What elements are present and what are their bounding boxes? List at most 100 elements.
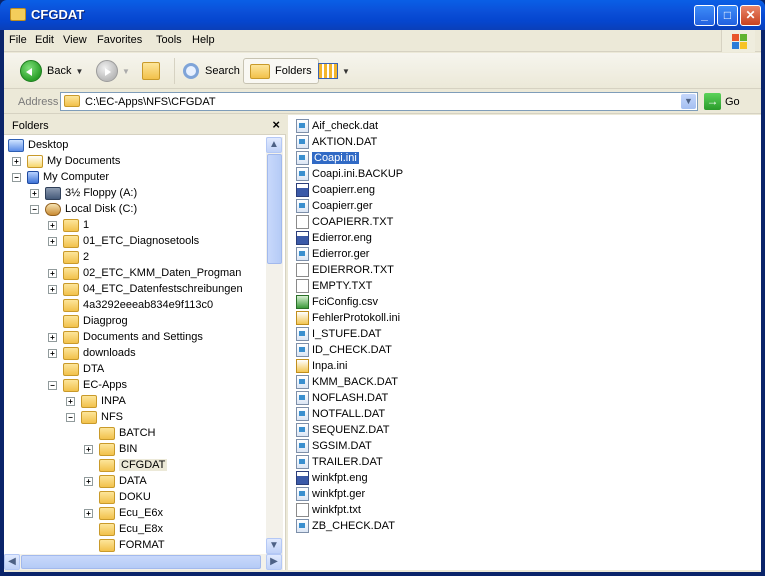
expand-icon[interactable]: + bbox=[48, 268, 57, 278]
close-button[interactable]: ✕ bbox=[740, 5, 761, 26]
file-item[interactable]: Coapi.ini bbox=[296, 150, 359, 166]
expand-icon[interactable]: + bbox=[84, 476, 93, 486]
close-folders-pane-button[interactable]: × bbox=[272, 117, 280, 132]
file-item[interactable]: SGSIM.DAT bbox=[296, 438, 372, 454]
menu-favorites[interactable]: Favorites bbox=[97, 34, 142, 46]
file-item[interactable]: winkfpt.txt bbox=[296, 502, 361, 518]
horizontal-scrollbar[interactable]: ◀ ▶ bbox=[4, 554, 283, 570]
file-item[interactable]: KMM_BACK.DAT bbox=[296, 374, 398, 390]
tree-item[interactable]: CFGDAT bbox=[84, 457, 168, 473]
scroll-left-button[interactable]: ◀ bbox=[4, 554, 20, 570]
tree-item[interactable]: Diagprog bbox=[48, 313, 128, 329]
file-item[interactable]: Aif_check.dat bbox=[296, 118, 378, 134]
expand-icon[interactable]: + bbox=[48, 284, 57, 294]
collapse-icon[interactable]: − bbox=[12, 172, 21, 182]
file-item[interactable]: SEQUENZ.DAT bbox=[296, 422, 389, 438]
expand-icon[interactable]: + bbox=[48, 220, 57, 230]
file-item[interactable]: EMPTY.TXT bbox=[296, 278, 372, 294]
menu-tools[interactable]: Tools bbox=[156, 34, 182, 46]
forward-button[interactable]: ▼ bbox=[96, 58, 130, 84]
scroll-up-button[interactable]: ▲ bbox=[266, 137, 282, 153]
tree-item[interactable]: +02_ETC_KMM_Daten_Progman bbox=[48, 265, 241, 281]
tree-item[interactable]: Desktop bbox=[8, 137, 68, 153]
tree-item[interactable]: +3½ Floppy (A:) bbox=[30, 185, 137, 201]
forward-dropdown-icon[interactable]: ▼ bbox=[122, 67, 130, 76]
expand-icon[interactable]: + bbox=[84, 508, 93, 518]
expand-icon[interactable]: + bbox=[12, 156, 21, 166]
file-item[interactable]: EDIERROR.TXT bbox=[296, 262, 394, 278]
views-dropdown-icon[interactable]: ▼ bbox=[342, 67, 350, 76]
expand-icon[interactable]: + bbox=[84, 444, 93, 454]
file-item[interactable]: NOTFALL.DAT bbox=[296, 406, 385, 422]
address-input[interactable]: C:\EC-Apps\NFS\CFGDAT ▼ bbox=[60, 92, 698, 111]
tree-item[interactable]: + My Documents bbox=[12, 153, 120, 169]
tree-item[interactable]: 2 bbox=[48, 249, 89, 265]
tree-item[interactable]: +04_ETC_Datenfestschreibungen bbox=[48, 281, 243, 297]
search-button[interactable]: Search bbox=[174, 58, 240, 84]
file-item[interactable]: Edierror.ger bbox=[296, 246, 369, 262]
menu-help[interactable]: Help bbox=[192, 34, 215, 46]
vertical-scroll-thumb[interactable] bbox=[267, 154, 282, 264]
file-item[interactable]: Coapierr.eng bbox=[296, 182, 375, 198]
tree-item[interactable]: 4a3292eeeab834e9f113c0 bbox=[48, 297, 213, 313]
horizontal-scroll-thumb[interactable] bbox=[21, 555, 261, 569]
file-item[interactable]: winkfpt.ger bbox=[296, 486, 365, 502]
tree-item[interactable]: + downloads bbox=[48, 345, 136, 361]
menu-edit[interactable]: Edit bbox=[35, 34, 54, 46]
expand-icon[interactable]: + bbox=[66, 396, 75, 406]
back-dropdown-icon[interactable]: ▼ bbox=[75, 67, 83, 76]
tree-item[interactable]: Ecu_E8x bbox=[84, 521, 163, 537]
expand-icon[interactable]: + bbox=[48, 348, 57, 358]
minimize-button[interactable]: _ bbox=[694, 5, 715, 26]
tree-item[interactable]: DTA bbox=[48, 361, 104, 377]
file-item[interactable]: ID_CHECK.DAT bbox=[296, 342, 392, 358]
back-button[interactable]: Back ▼ bbox=[20, 58, 83, 84]
tree-item[interactable]: +01_ETC_Diagnosetools bbox=[48, 233, 199, 249]
file-item[interactable]: Inpa.ini bbox=[296, 358, 347, 374]
file-item[interactable]: AKTION.DAT bbox=[296, 134, 377, 150]
vertical-scrollbar[interactable]: ▲ ▼ bbox=[266, 137, 283, 554]
up-folder-button[interactable] bbox=[142, 58, 160, 84]
tree-item[interactable]: − Local Disk (C:) bbox=[30, 201, 137, 217]
file-item[interactable]: FehlerProtokoll.ini bbox=[296, 310, 400, 326]
collapse-icon[interactable]: − bbox=[66, 412, 75, 422]
scroll-down-button[interactable]: ▼ bbox=[266, 538, 282, 554]
title-bar[interactable]: CFGDAT _ □ ✕ bbox=[0, 0, 765, 30]
tree-item[interactable]: + DATA bbox=[84, 473, 147, 489]
file-item[interactable]: COAPIERR.TXT bbox=[296, 214, 393, 230]
folders-button[interactable]: Folders bbox=[243, 58, 319, 84]
expand-icon[interactable]: + bbox=[48, 236, 57, 246]
expand-icon[interactable]: + bbox=[30, 188, 39, 198]
tree-item[interactable]: +1 bbox=[48, 217, 89, 233]
tree-item[interactable]: + Documents and Settings bbox=[48, 329, 203, 345]
file-item[interactable]: Coapierr.ger bbox=[296, 198, 373, 214]
tree-item[interactable]: BATCH bbox=[84, 425, 155, 441]
tree-item[interactable]: − NFS bbox=[66, 409, 123, 425]
tree-item[interactable]: + Ecu_E6x bbox=[84, 505, 163, 521]
scroll-right-button[interactable]: ▶ bbox=[266, 554, 282, 570]
file-item[interactable]: ZB_CHECK.DAT bbox=[296, 518, 395, 534]
file-item[interactable]: winkfpt.eng bbox=[296, 470, 368, 486]
file-item[interactable]: FciConfig.csv bbox=[296, 294, 378, 310]
tree-item[interactable]: + INPA bbox=[66, 393, 126, 409]
go-button[interactable]: → Go bbox=[704, 93, 740, 110]
tree-item-label: Desktop bbox=[28, 139, 69, 151]
maximize-button[interactable]: □ bbox=[717, 5, 738, 26]
tree-item[interactable]: FORMAT bbox=[84, 537, 165, 553]
tree-item[interactable]: − My Computer bbox=[12, 169, 109, 185]
expand-icon[interactable]: + bbox=[48, 332, 57, 342]
tree-item[interactable]: − EC-Apps bbox=[48, 377, 127, 393]
views-button[interactable]: ▼ bbox=[318, 58, 350, 84]
file-item[interactable]: TRAILER.DAT bbox=[296, 454, 383, 470]
file-item[interactable]: Edierror.eng bbox=[296, 230, 372, 246]
tree-item[interactable]: DOKU bbox=[84, 489, 151, 505]
file-item[interactable]: I_STUFE.DAT bbox=[296, 326, 381, 342]
address-dropdown-button[interactable]: ▼ bbox=[681, 94, 696, 109]
file-item[interactable]: Coapi.ini.BACKUP bbox=[296, 166, 403, 182]
menu-file[interactable]: File bbox=[9, 34, 27, 46]
menu-view[interactable]: View bbox=[63, 34, 87, 46]
collapse-icon[interactable]: − bbox=[30, 204, 39, 214]
tree-item[interactable]: + BIN bbox=[84, 441, 137, 457]
file-item[interactable]: NOFLASH.DAT bbox=[296, 390, 388, 406]
collapse-icon[interactable]: − bbox=[48, 380, 57, 390]
